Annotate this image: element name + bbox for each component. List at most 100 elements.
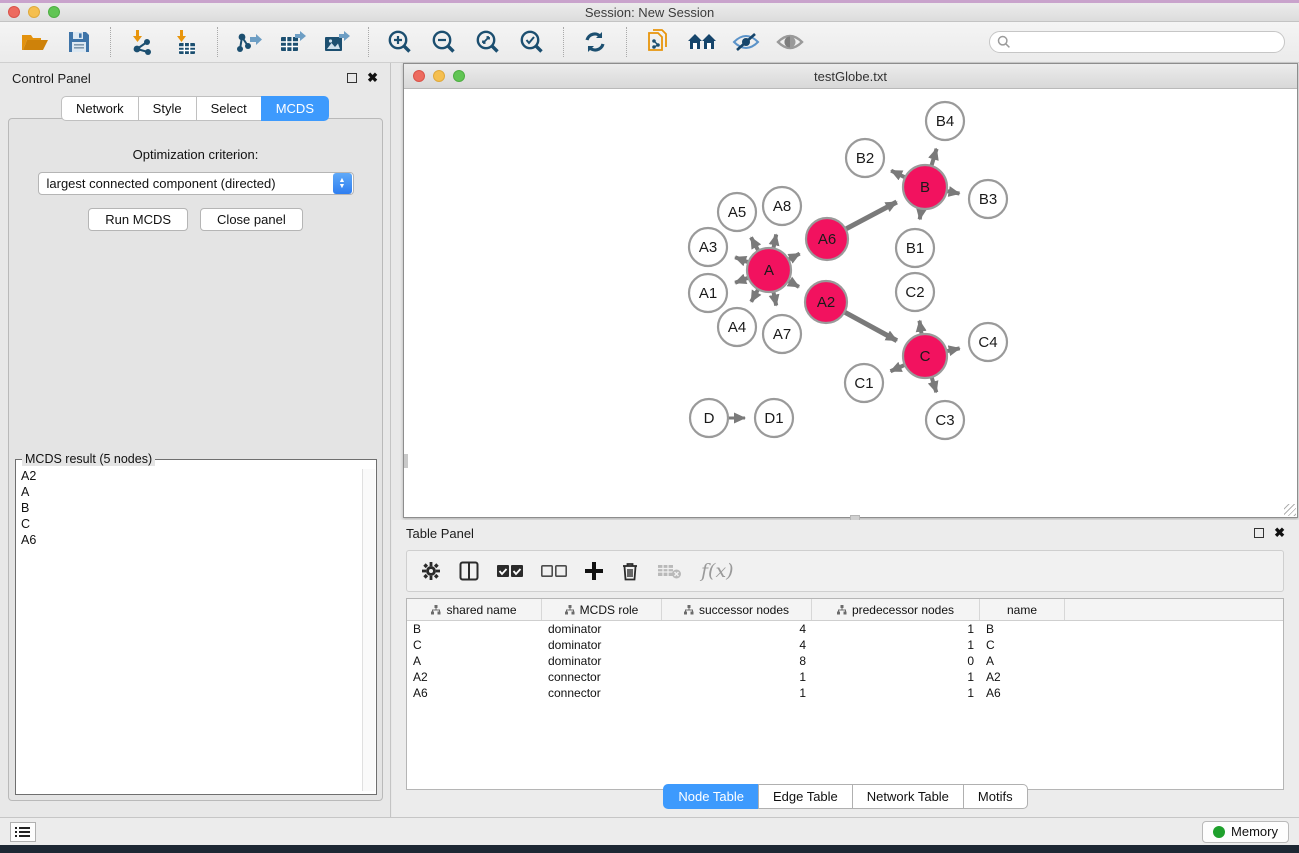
node-A6[interactable]: A6 [806,218,848,260]
node-A4[interactable]: A4 [718,308,756,346]
cell-predecessor-nodes[interactable]: 1 [812,686,980,700]
copy-network-icon[interactable] [641,26,675,58]
node-B4[interactable]: B4 [926,102,964,140]
network-resize-grip[interactable] [1284,504,1296,516]
network-vertical-scroll-thumb[interactable] [404,454,408,468]
mcds-result-item[interactable]: A2 [21,468,372,484]
cell-MCDS-role[interactable]: connector [542,670,662,684]
mcds-result-item[interactable]: C [21,516,372,532]
table-row[interactable]: Adominator80A [407,653,1283,669]
zoom-selected-icon[interactable] [515,26,549,58]
network-close-button[interactable] [413,70,425,82]
deselect-all-icon[interactable] [541,564,567,578]
cell-shared-name[interactable]: B [407,622,542,636]
node-C[interactable]: C [903,334,947,378]
node-D1[interactable]: D1 [755,399,793,437]
select-all-icon[interactable] [497,564,523,578]
delete-column-icon[interactable] [621,561,639,581]
cell-successor-nodes[interactable]: 4 [662,638,812,652]
cell-name[interactable]: C [980,638,1065,652]
edge-A6-B[interactable] [844,202,897,230]
node-A1[interactable]: A1 [689,274,727,312]
table-row[interactable]: A2connector11A2 [407,669,1283,685]
mcds-result-list[interactable]: A2ABCA6 [16,460,376,780]
edge-A2-C[interactable] [843,311,897,341]
cell-MCDS-role[interactable]: dominator [542,654,662,668]
column-header-shared-name[interactable]: shared name [407,599,542,620]
cell-successor-nodes[interactable]: 1 [662,686,812,700]
tab-node-table[interactable]: Node Table [663,784,759,809]
cell-shared-name[interactable]: C [407,638,542,652]
network-graph[interactable]: AA1A2A3A4A5A6A7A8BB1B2B3B4CC1C2C3C4DD1 [404,89,1297,517]
cell-shared-name[interactable]: A2 [407,670,542,684]
node-A8[interactable]: A8 [763,187,801,225]
tab-motifs[interactable]: Motifs [963,784,1028,809]
cell-successor-nodes[interactable]: 4 [662,622,812,636]
node-B[interactable]: B [903,165,947,209]
table-row[interactable]: Cdominator41C [407,637,1283,653]
table-columns-icon[interactable] [459,561,479,581]
close-table-panel-icon[interactable]: ✖ [1274,528,1285,538]
mcds-result-item[interactable]: B [21,500,372,516]
home-icon[interactable] [685,26,719,58]
add-column-icon[interactable] [585,562,603,580]
node-A7[interactable]: A7 [763,315,801,353]
export-table-icon[interactable] [276,26,310,58]
node-D[interactable]: D [690,399,728,437]
export-network-icon[interactable] [232,26,266,58]
column-header-name[interactable]: name [980,599,1065,620]
node-C4[interactable]: C4 [969,323,1007,361]
cell-predecessor-nodes[interactable]: 1 [812,622,980,636]
cell-name[interactable]: A [980,654,1065,668]
cell-MCDS-role[interactable]: connector [542,686,662,700]
hide-selected-icon[interactable] [729,26,763,58]
open-session-icon[interactable] [18,26,52,58]
search-input[interactable] [1011,35,1261,49]
node-A5[interactable]: A5 [718,193,756,231]
tab-network[interactable]: Network [61,96,139,121]
column-header-predecessor-nodes[interactable]: predecessor nodes [812,599,980,620]
window-controls[interactable] [8,6,60,18]
save-session-icon[interactable] [62,26,96,58]
cell-predecessor-nodes[interactable]: 1 [812,670,980,684]
import-table-icon[interactable] [169,26,203,58]
node-C3[interactable]: C3 [926,401,964,439]
cell-MCDS-role[interactable]: dominator [542,638,662,652]
network-minimize-button[interactable] [433,70,445,82]
node-A3[interactable]: A3 [689,228,727,266]
tab-style[interactable]: Style [138,96,197,121]
node-A2[interactable]: A2 [805,281,847,323]
close-panel-button[interactable]: Close panel [200,208,303,231]
cell-shared-name[interactable]: A6 [407,686,542,700]
node-B3[interactable]: B3 [969,180,1007,218]
table-row[interactable]: A6connector11A6 [407,685,1283,701]
cell-MCDS-role[interactable]: dominator [542,622,662,636]
zoom-in-icon[interactable] [383,26,417,58]
tab-edge-table[interactable]: Edge Table [758,784,853,809]
node-C1[interactable]: C1 [845,364,883,402]
show-all-icon[interactable] [773,26,807,58]
node-table[interactable]: shared nameMCDS rolesuccessor nodesprede… [406,598,1284,790]
node-B2[interactable]: B2 [846,139,884,177]
memory-button[interactable]: Memory [1202,821,1289,843]
zoom-fit-icon[interactable] [471,26,505,58]
table-row[interactable]: Bdominator41B [407,621,1283,637]
cell-predecessor-nodes[interactable]: 1 [812,638,980,652]
cell-name[interactable]: A6 [980,686,1065,700]
minimize-window-button[interactable] [28,6,40,18]
cell-predecessor-nodes[interactable]: 0 [812,654,980,668]
search-field[interactable] [989,31,1285,53]
zoom-window-button[interactable] [48,6,60,18]
close-window-button[interactable] [8,6,20,18]
mcds-result-item[interactable]: A6 [21,532,372,548]
node-C2[interactable]: C2 [896,273,934,311]
tab-mcds[interactable]: MCDS [261,96,329,121]
cell-name[interactable]: B [980,622,1065,636]
node-A[interactable]: A [747,248,791,292]
network-canvas[interactable]: AA1A2A3A4A5A6A7A8BB1B2B3B4CC1C2C3C4DD1 [404,89,1297,517]
network-zoom-button[interactable] [453,70,465,82]
tab-select[interactable]: Select [196,96,262,121]
cell-name[interactable]: A2 [980,670,1065,684]
cell-shared-name[interactable]: A [407,654,542,668]
run-mcds-button[interactable]: Run MCDS [88,208,188,231]
